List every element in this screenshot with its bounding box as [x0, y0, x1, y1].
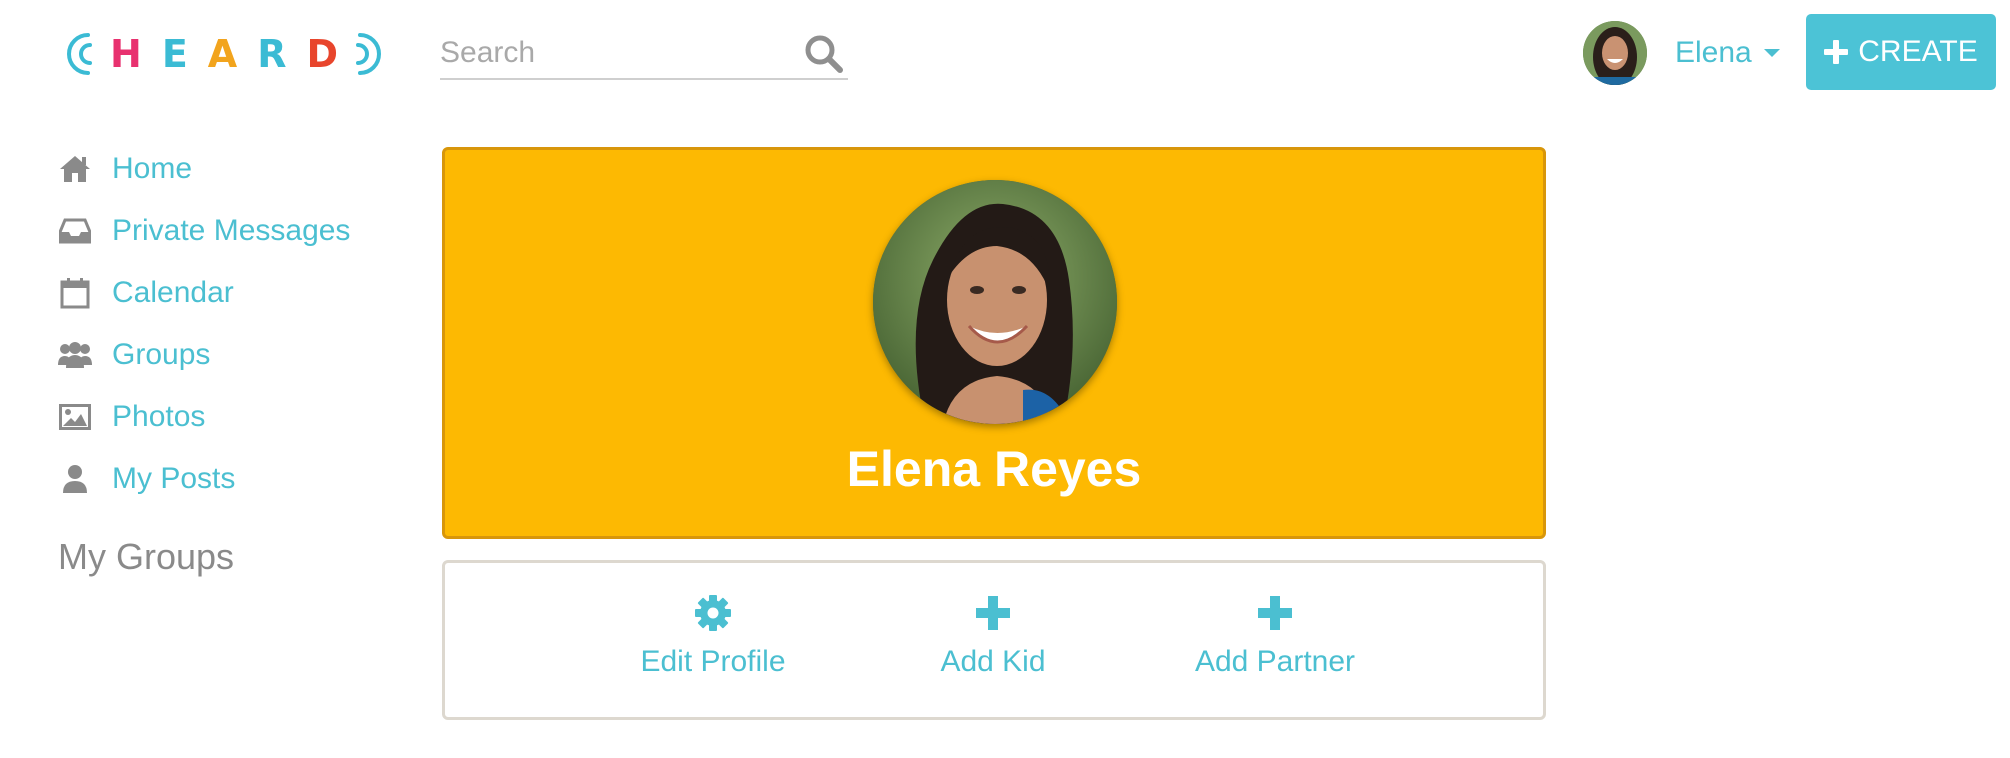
profile-actions: Edit Profile Add Kid Add Partner	[442, 560, 1546, 720]
sidebar-item-home[interactable]: Home	[58, 138, 418, 200]
chevron-down-icon[interactable]	[1763, 49, 1780, 57]
user-menu[interactable]: Elena	[1583, 20, 1780, 86]
groups-icon	[58, 338, 92, 372]
search-icon[interactable]	[804, 34, 844, 74]
sidebar-item-label: Calendar	[112, 276, 234, 309]
home-icon	[58, 152, 92, 186]
profile-name: Elena Reyes	[846, 441, 1142, 497]
create-button[interactable]: CREATE	[1806, 14, 1996, 90]
edit-profile-button[interactable]: Edit Profile	[593, 593, 833, 679]
sidebar-item-label: Photos	[112, 400, 206, 433]
logo-letter: R	[257, 32, 287, 76]
sidebar-item-groups[interactable]: Groups	[58, 324, 418, 386]
action-label: Add Kid	[940, 645, 1046, 678]
gear-icon	[593, 593, 833, 633]
calendar-icon	[58, 276, 92, 310]
sidebar-item-label: Groups	[112, 338, 211, 371]
action-label: Edit Profile	[640, 645, 786, 678]
plus-icon	[873, 593, 1113, 633]
add-kid-button[interactable]: Add Kid	[873, 593, 1113, 679]
photo-icon	[58, 400, 92, 434]
plus-icon	[1155, 593, 1395, 633]
sidebar-item-photos[interactable]: Photos	[58, 386, 418, 448]
search-bar	[440, 28, 848, 80]
sidebar-item-calendar[interactable]: Calendar	[58, 262, 418, 324]
sidebar-item-label: My Posts	[112, 462, 236, 495]
sidebar-item-my-posts[interactable]: My Posts	[58, 448, 418, 510]
logo-wordmark: H E A R D	[110, 32, 338, 76]
profile-photo[interactable]	[873, 180, 1117, 424]
logo-letter: D	[306, 32, 339, 76]
user-name[interactable]: Elena	[1675, 36, 1752, 70]
sidebar-item-label: Private Messages	[112, 214, 351, 247]
my-groups-heading: My Groups	[58, 536, 235, 577]
sidebar: Home Private Messages Calendar Groups Ph…	[58, 138, 418, 578]
right-arc-icon	[352, 31, 382, 77]
heard-logo[interactable]: H E A R D	[66, 26, 382, 82]
add-partner-button[interactable]: Add Partner	[1155, 593, 1395, 679]
action-label: Add Partner	[1194, 645, 1356, 678]
profile-card: Elena Reyes	[442, 147, 1546, 539]
inbox-icon	[58, 214, 92, 248]
plus-icon	[1824, 40, 1849, 64]
logo-letter: A	[207, 32, 238, 76]
avatar[interactable]	[1583, 21, 1647, 85]
logo-letter: E	[161, 32, 188, 76]
create-label: CREATE	[1858, 35, 1978, 68]
logo-letter: H	[110, 32, 142, 76]
sidebar-item-label: Home	[112, 152, 193, 185]
user-icon	[58, 462, 92, 496]
left-arc-icon	[66, 31, 96, 77]
sidebar-item-private-messages[interactable]: Private Messages	[58, 200, 418, 262]
search-input[interactable]	[440, 28, 780, 78]
